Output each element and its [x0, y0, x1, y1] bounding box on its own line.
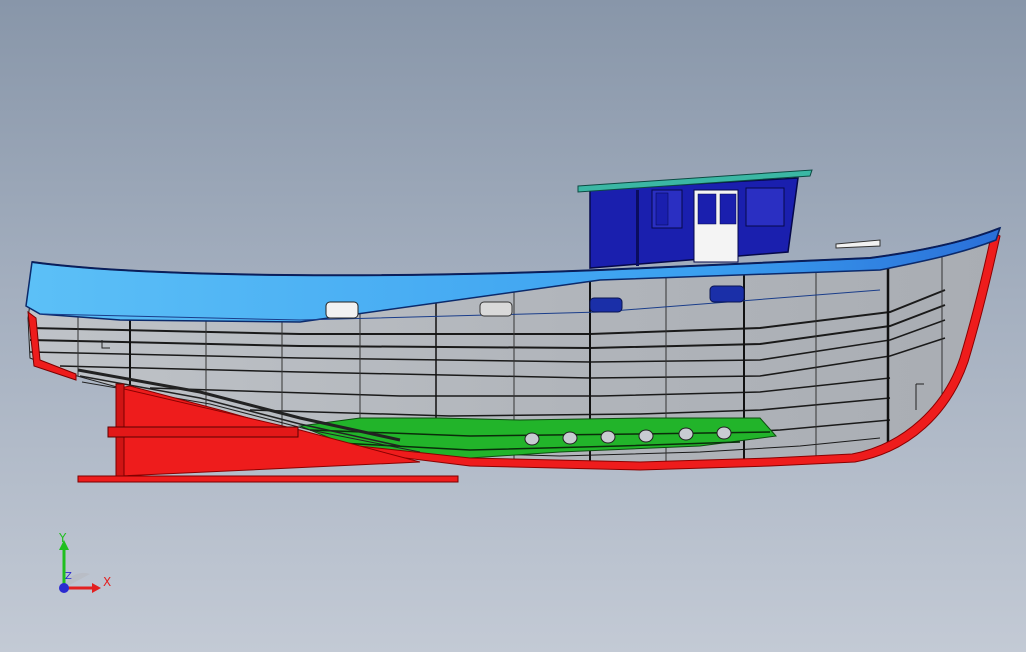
coordinate-triad: Y X Z	[52, 530, 116, 600]
y-axis-label: Y	[59, 531, 67, 545]
z-axis-label: Z	[65, 571, 72, 582]
x-axis-label: X	[103, 575, 112, 589]
cad-viewport[interactable]: Y X Z	[0, 0, 1026, 652]
wheelhouse[interactable]	[577, 169, 813, 269]
boat-model-canvas[interactable]	[0, 0, 1026, 652]
z-axis-dot	[59, 583, 69, 593]
